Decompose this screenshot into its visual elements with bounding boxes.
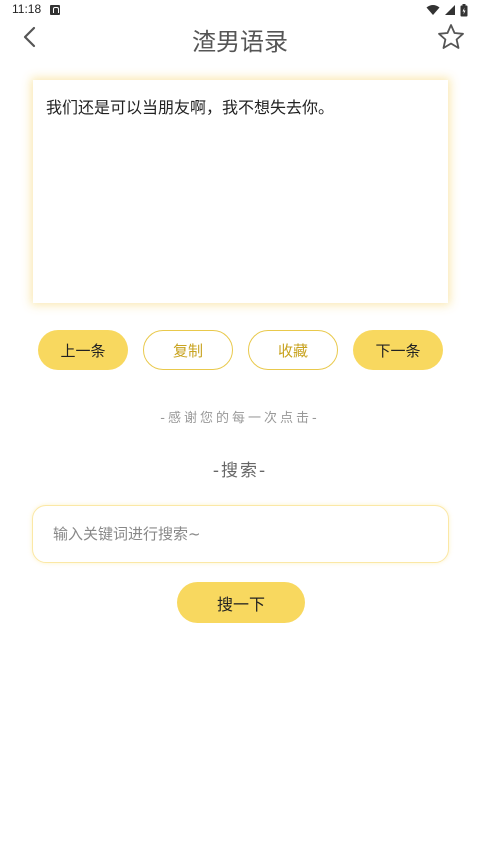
thanks-text: -感谢您的每一次点击- — [160, 411, 320, 426]
status-time: 11:18 — [12, 2, 42, 16]
quote-card: 我们还是可以当朋友啊，我不想失去你。 — [33, 80, 448, 303]
search-button[interactable]: 搜一下 — [177, 582, 305, 623]
star-outline-icon — [438, 24, 464, 49]
collect-button[interactable]: 收藏 — [248, 330, 338, 370]
notification-a-icon — [50, 5, 60, 15]
prev-button[interactable]: 上一条 — [38, 330, 128, 370]
status-bar: 11:18 — [0, 0, 480, 20]
wifi-icon — [426, 5, 440, 15]
header: 渣男语录 — [0, 18, 480, 58]
quote-text: 我们还是可以当朋友啊，我不想失去你。 — [46, 98, 335, 117]
search-title: -搜索- — [212, 461, 268, 481]
battery-icon — [460, 3, 468, 16]
copy-button[interactable]: 复制 — [143, 330, 233, 370]
search-input[interactable] — [33, 506, 448, 562]
status-icons — [426, 3, 468, 17]
signal-icon — [445, 5, 455, 15]
search-box — [32, 505, 449, 563]
page-title: 渣男语录 — [192, 28, 288, 56]
favorite-button[interactable] — [436, 22, 466, 52]
next-button[interactable]: 下一条 — [353, 330, 443, 370]
